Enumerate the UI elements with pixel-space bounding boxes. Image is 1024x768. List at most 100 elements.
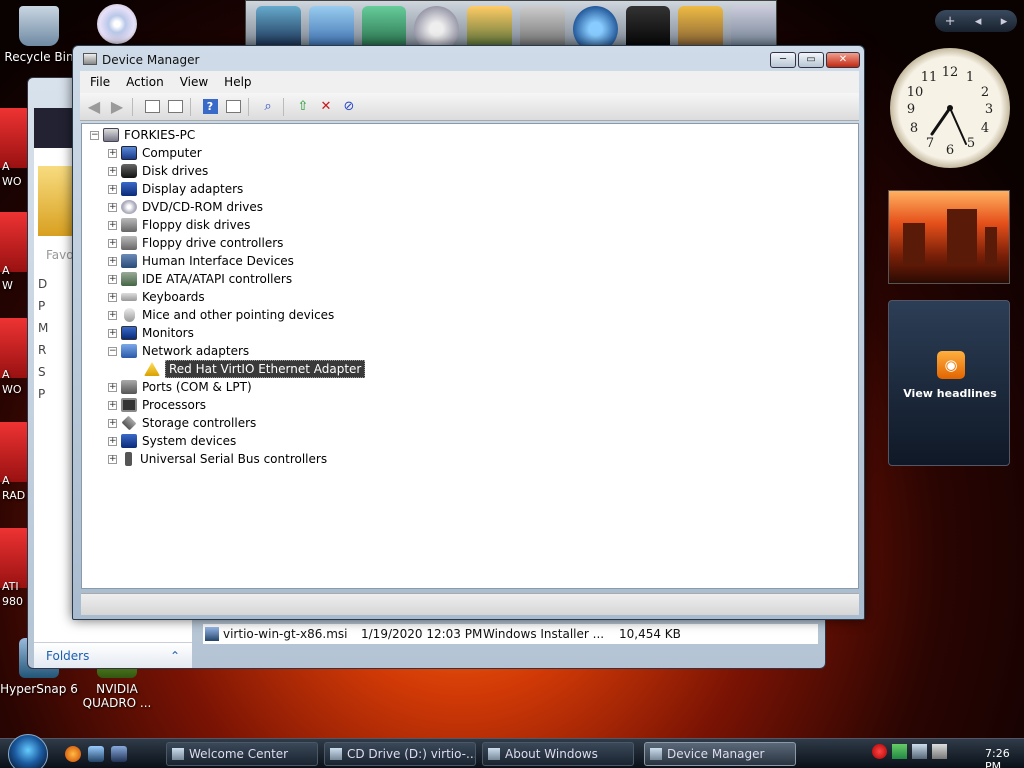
favorite-link[interactable]: P: [38, 383, 48, 405]
root-label: FORKIES-PC: [124, 128, 196, 142]
expand-toggle[interactable]: +: [108, 238, 117, 248]
tree-node-mice[interactable]: + Mice and other pointing devices: [108, 306, 334, 324]
collapse-toggle[interactable]: −: [108, 346, 117, 356]
expand-toggle[interactable]: +: [108, 202, 117, 212]
node-label: Mice and other pointing devices: [142, 308, 335, 322]
show-hide-button[interactable]: [223, 97, 243, 117]
show-desktop-icon[interactable]: [88, 746, 104, 762]
expand-toggle[interactable]: +: [108, 166, 117, 176]
maximize-button[interactable]: ▭: [798, 52, 824, 68]
volume-muted-icon[interactable]: [932, 744, 947, 759]
ati-label: A: [2, 368, 10, 381]
toolbar-separator: [190, 97, 196, 116]
console-tree-button[interactable]: [142, 97, 162, 117]
network-status-icon[interactable]: [912, 744, 927, 759]
feed-headlines-gadget[interactable]: ◉ View headlines: [888, 300, 1010, 466]
taskbar-clock[interactable]: 7:26 PM: [985, 747, 1024, 768]
taskbar-button-cd-drive[interactable]: CD Drive (D:) virtio-...: [324, 742, 476, 766]
back-arrow-icon[interactable]: ◀: [84, 97, 104, 117]
favorite-link[interactable]: M: [38, 317, 48, 339]
expand-toggle[interactable]: +: [108, 310, 117, 320]
device-manager-window[interactable]: Device Manager ─ ▭ ✕ File Action View He…: [72, 45, 865, 620]
tree-node-hid[interactable]: + Human Interface Devices: [108, 252, 294, 270]
expand-toggle[interactable]: +: [108, 292, 117, 302]
collapse-toggle[interactable]: −: [90, 130, 99, 140]
help-button[interactable]: ?: [200, 97, 220, 117]
expand-toggle[interactable]: +: [108, 454, 117, 464]
taskbar-button-welcome-center[interactable]: Welcome Center: [166, 742, 318, 766]
menu-view[interactable]: View: [180, 75, 208, 89]
tree-node-processors[interactable]: + Processors: [108, 396, 206, 414]
firefox-icon[interactable]: [65, 746, 81, 762]
title-bar[interactable]: Device Manager ─ ▭ ✕: [73, 46, 864, 70]
expand-toggle[interactable]: +: [108, 220, 117, 230]
tree-node-ports[interactable]: + Ports (COM & LPT): [108, 378, 252, 396]
tree-node-network-adapters[interactable]: − Network adapters: [108, 342, 249, 360]
slideshow-gadget[interactable]: [888, 190, 1010, 284]
taskbar-button-device-manager[interactable]: Device Manager: [644, 742, 796, 766]
tree-node-usb-controllers[interactable]: + Universal Serial Bus controllers: [108, 450, 327, 468]
expand-toggle[interactable]: +: [108, 382, 117, 392]
tree-node-keyboards[interactable]: + Keyboards: [108, 288, 205, 306]
clock-gadget[interactable]: 12 1 2 345 678 9 10 11: [890, 48, 1010, 168]
favorite-link[interactable]: D: [38, 273, 48, 295]
disk-drive-icon: [121, 164, 137, 178]
tree-node-dvd-drives[interactable]: + DVD/CD-ROM drives: [108, 198, 263, 216]
switch-windows-icon[interactable]: [111, 746, 127, 762]
uninstall-icon[interactable]: ✕: [316, 97, 336, 117]
ati-desktop-icon[interactable]: [0, 212, 30, 272]
tree-node-floppy-controllers[interactable]: + Floppy drive controllers: [108, 234, 283, 252]
tree-node-storage-controllers[interactable]: + Storage controllers: [108, 414, 256, 432]
scan-hardware-icon[interactable]: ⌕: [258, 97, 278, 117]
expand-toggle[interactable]: +: [108, 256, 117, 266]
windows-defender-icon[interactable]: [892, 744, 907, 759]
menu-help[interactable]: Help: [224, 75, 251, 89]
node-label: Computer: [142, 146, 202, 160]
tree-node-computer[interactable]: + Computer: [108, 144, 202, 162]
menu-action[interactable]: Action: [126, 75, 164, 89]
forward-arrow-icon[interactable]: ▶: [107, 97, 127, 117]
ati-desktop-icon[interactable]: [0, 108, 30, 168]
expand-toggle[interactable]: +: [108, 436, 117, 446]
tree-node-virtio-ethernet[interactable]: Red Hat VirtIO Ethernet Adapter: [144, 360, 366, 378]
update-driver-icon[interactable]: ⇧: [293, 97, 313, 117]
properties-button[interactable]: [165, 97, 185, 117]
tree-node-system-devices[interactable]: + System devices: [108, 432, 236, 450]
expand-toggle[interactable]: +: [108, 400, 117, 410]
expand-toggle[interactable]: +: [108, 184, 117, 194]
file-row[interactable]: virtio-win-gt-x86.msi 1/19/2020 12:03 PM…: [203, 624, 818, 644]
tree-root[interactable]: − FORKIES-PC: [90, 126, 195, 144]
start-button[interactable]: [8, 734, 48, 768]
taskbar-button-about-windows[interactable]: About Windows: [482, 742, 634, 766]
tree-node-monitors[interactable]: + Monitors: [108, 324, 194, 342]
ati-desktop-icon[interactable]: [0, 528, 30, 588]
expand-toggle[interactable]: +: [108, 274, 117, 284]
favorite-link[interactable]: R: [38, 339, 48, 361]
ati-desktop-icon[interactable]: [0, 422, 30, 482]
security-alert-icon[interactable]: [872, 744, 887, 759]
tree-node-display-adapters[interactable]: + Display adapters: [108, 180, 243, 198]
disable-device-icon[interactable]: ⊘: [339, 97, 359, 117]
expand-toggle[interactable]: +: [108, 418, 117, 428]
svg-text:8: 8: [910, 121, 918, 136]
status-bar: [81, 593, 859, 615]
expand-toggle[interactable]: +: [108, 148, 117, 158]
minimize-button[interactable]: ─: [770, 52, 796, 68]
node-label: Ports (COM & LPT): [142, 380, 252, 394]
tree-node-disk-drives[interactable]: + Disk drives: [108, 162, 208, 180]
favorite-link[interactable]: P: [38, 295, 48, 317]
menu-file[interactable]: File: [90, 75, 110, 89]
folders-toggle[interactable]: Folders ⌃: [34, 642, 192, 668]
close-button[interactable]: ✕: [826, 52, 860, 68]
desktop-icon-cd[interactable]: [78, 4, 156, 48]
tree-node-floppy-disk-drives[interactable]: + Floppy disk drives: [108, 216, 250, 234]
next-gadget-button[interactable]: ▸: [1001, 14, 1008, 29]
prev-gadget-button[interactable]: ◂: [975, 14, 982, 29]
add-gadget-button[interactable]: +: [945, 14, 956, 29]
sidebar-controls: + ◂ ▸: [935, 10, 1017, 32]
node-label: Storage controllers: [142, 416, 257, 430]
tree-node-ide-controllers[interactable]: + IDE ATA/ATAPI controllers: [108, 270, 292, 288]
expand-toggle[interactable]: +: [108, 328, 117, 338]
favorite-link[interactable]: S: [38, 361, 48, 383]
desktop-icon-recycle-bin[interactable]: Recycle Bin: [0, 6, 78, 64]
